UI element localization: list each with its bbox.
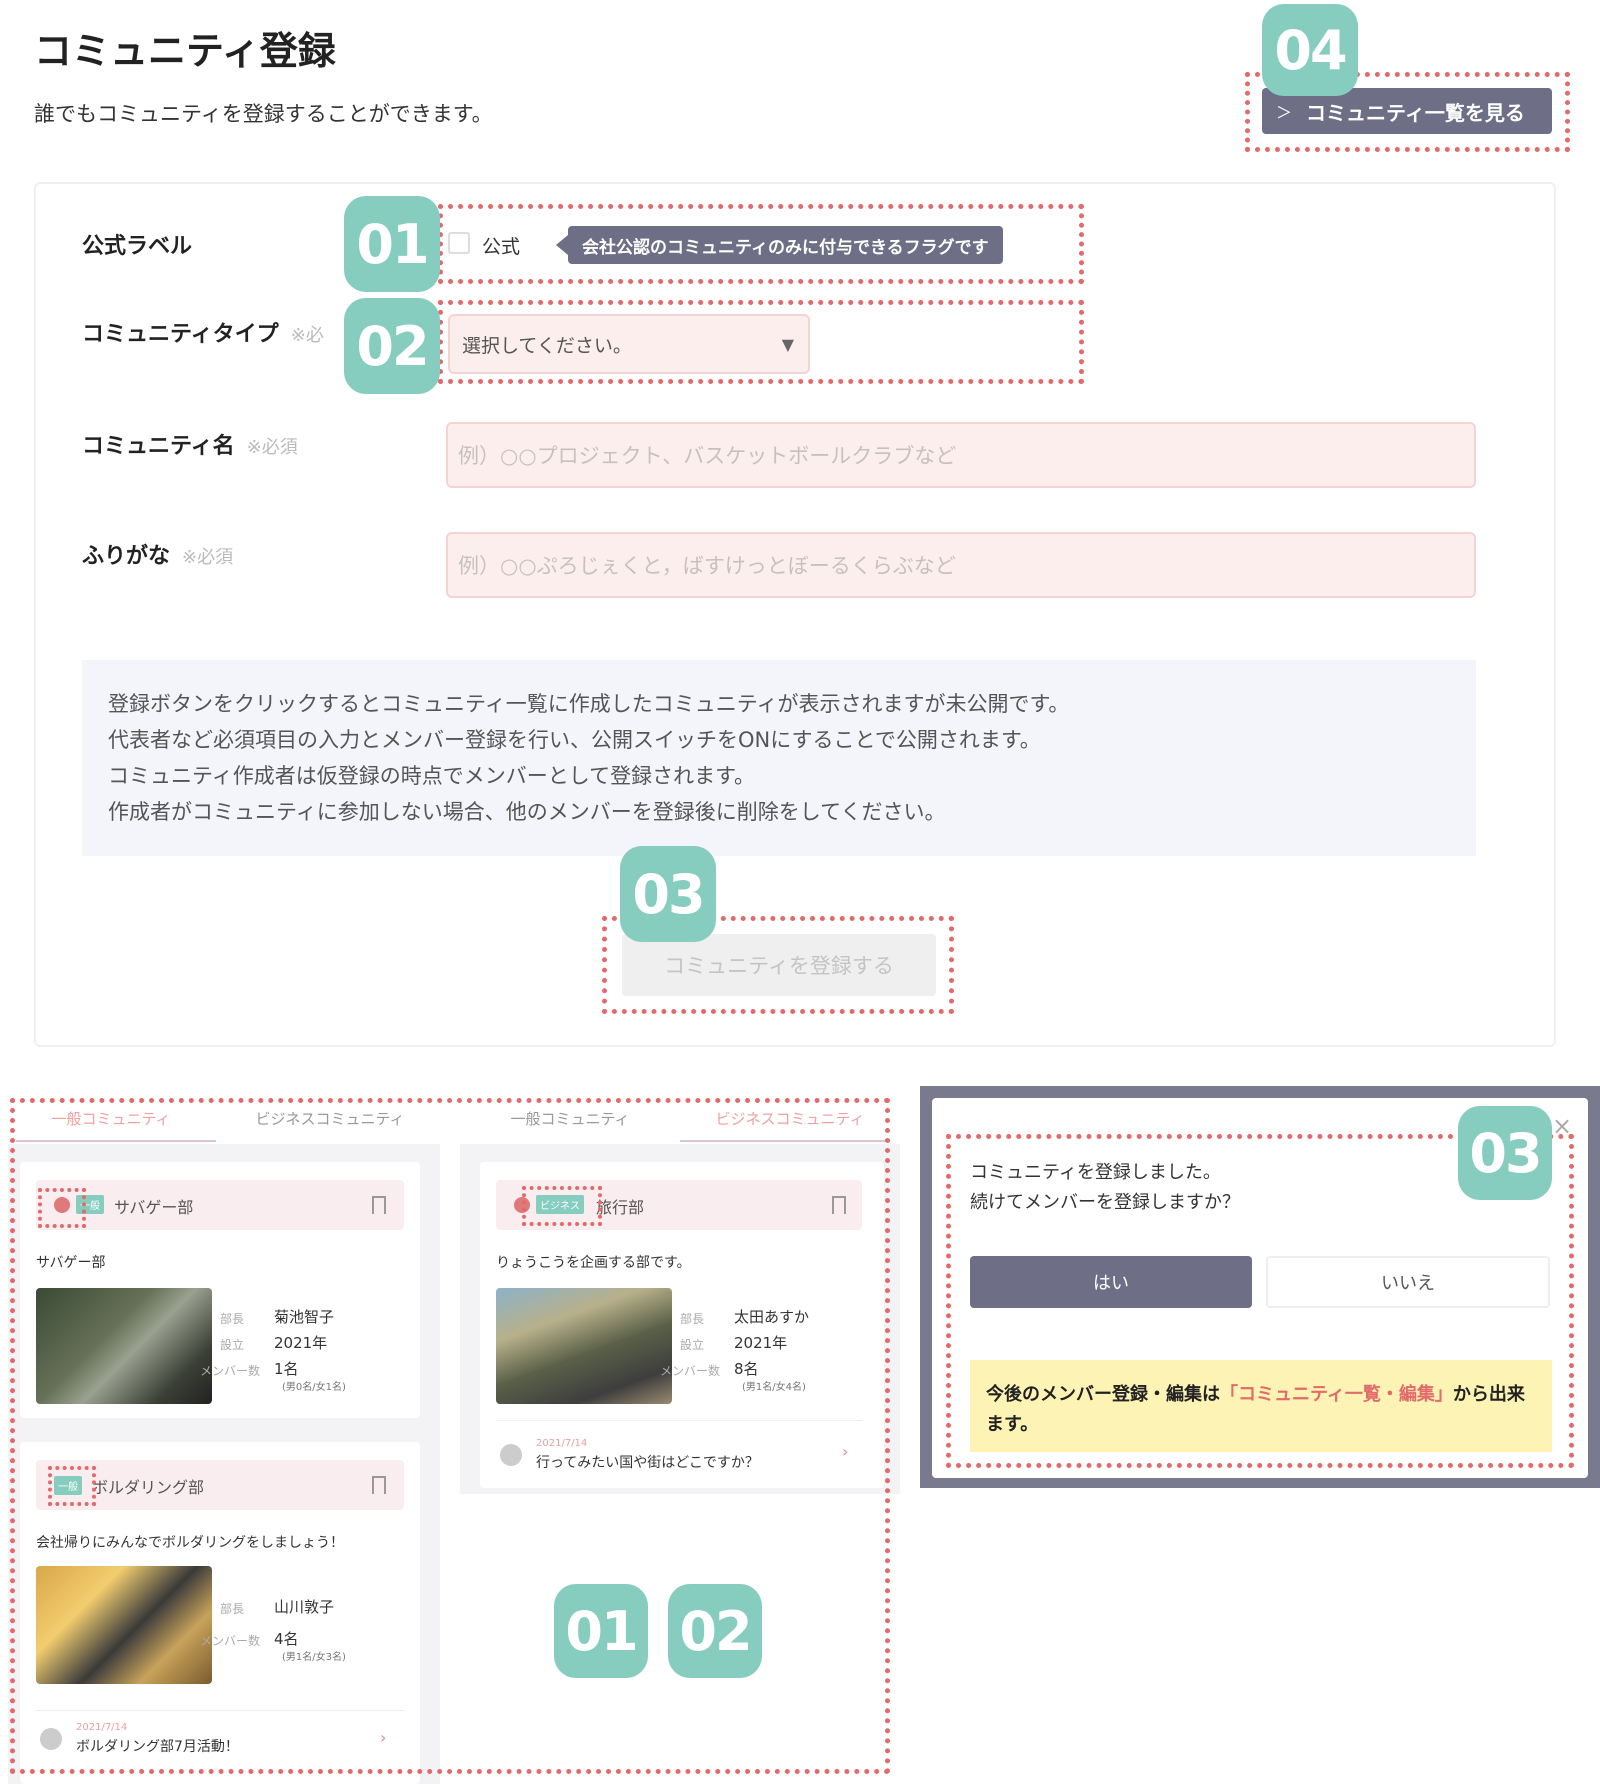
community-type-required: ※必 — [290, 325, 324, 346]
official-tooltip: 会社公認のコミュニティのみに付与できるフラグです — [568, 226, 1003, 264]
leader-name: 太田あすか — [734, 1308, 810, 1326]
dialog-no-button[interactable]: いいえ — [1266, 1256, 1550, 1308]
card-tag-general: 一般 — [54, 1476, 82, 1495]
community-type-label: コミュニティタイプ ※必 — [82, 316, 324, 348]
notice-line: 作成者がコミュニティに参加しない場合、他のメンバーを登録後に削除をしてください。 — [108, 800, 946, 824]
community-type-select[interactable]: 選択してください。 ▼ — [448, 314, 810, 374]
notice-line: 代表者など必須項目の入力とメンバー登録を行い、公開スイッチをONにすることで公開… — [108, 728, 1041, 752]
dialog-message-1: コミュニティを登録しました。 — [970, 1162, 1221, 1183]
community-type-selected: 選択してください。 — [462, 334, 632, 357]
left-tab-underline — [16, 1140, 216, 1142]
post-icon — [40, 1728, 62, 1750]
leader-name: 菊池智子 — [274, 1308, 335, 1326]
card-desc: サバゲー部 — [36, 1255, 106, 1271]
card-photo — [496, 1288, 672, 1404]
card-title: 旅行部 — [596, 1198, 645, 1217]
card-photo — [36, 1566, 212, 1684]
community-name-label: コミュニティ名 ※必須 — [82, 428, 298, 460]
members-count: 4名 — [274, 1630, 299, 1648]
leader-label: 部長 — [680, 1312, 705, 1326]
chevron-right-icon[interactable]: › — [380, 1728, 386, 1747]
card-desc: 会社帰りにみんなでボルダリングをしましょう！ — [36, 1535, 344, 1551]
post-date: 2021/7/14 — [536, 1438, 588, 1449]
community-name-label-text: コミュニティ名 — [82, 434, 235, 459]
card-title: ボルダリング部 — [92, 1478, 205, 1497]
card-tag-general: 一般 — [76, 1195, 104, 1214]
notice-line: コミュニティ作成者は仮登録の時点でメンバーとして登録されます。 — [108, 764, 756, 788]
close-icon[interactable]: × — [1552, 1112, 1572, 1140]
step-badge-01-form: 01 — [344, 196, 440, 292]
furigana-label-text: ふりがな — [82, 544, 171, 569]
members-detail: (男1名/女3名) — [282, 1652, 346, 1663]
furigana-required: ※必須 — [182, 547, 234, 568]
left-tab-business[interactable]: ビジネスコミュニティ — [230, 1108, 430, 1129]
leader-label: 部長 — [220, 1602, 245, 1616]
members-detail: (男1名/女4名) — [742, 1382, 806, 1393]
members-count: 8名 — [734, 1360, 759, 1378]
community-type-label-text: コミュニティタイプ — [82, 322, 279, 347]
register-button[interactable]: コミュニティを登録する — [622, 934, 936, 996]
page-title: コミュニティ登録 — [34, 29, 336, 73]
dialog-note: 今後のメンバー登録・編集は「コミュニティ一覧・編集」から出来ます。 — [970, 1360, 1552, 1452]
leader-name: 山川敦子 — [274, 1598, 335, 1616]
members-label: メンバー数 — [200, 1634, 261, 1648]
official-label: 公式ラベル — [82, 234, 193, 259]
post-icon — [500, 1444, 522, 1466]
leader-label: 部長 — [220, 1312, 245, 1326]
official-checkbox[interactable] — [448, 232, 470, 254]
members-label: メンバー数 — [200, 1364, 261, 1378]
step-badge-04: 04 — [1262, 4, 1358, 96]
step-badge-01-panel: 01 — [554, 1584, 648, 1678]
official-check-icon — [54, 1197, 70, 1213]
form-card — [34, 182, 1556, 1047]
chevron-right-icon: ＞ — [1276, 103, 1293, 122]
chevron-right-icon[interactable]: › — [842, 1442, 848, 1461]
post-title[interactable]: 行ってみたい国や街はどこですか？ — [536, 1452, 759, 1472]
tooltip-arrow-icon — [556, 235, 568, 255]
founded-label: 設立 — [220, 1338, 245, 1352]
chevron-down-icon: ▼ — [781, 334, 794, 354]
official-check-icon — [514, 1197, 530, 1213]
official-checkbox-label: 公式 — [482, 236, 521, 258]
furigana-input[interactable]: 例）○○ぷろじぇくと，ばすけっとぼーるくらぶなど — [446, 532, 1476, 598]
members-detail: (男0名/女1名) — [282, 1382, 346, 1393]
dialog-yes-button[interactable]: はい — [970, 1256, 1252, 1308]
community-list-edit-link[interactable]: 「コミュニティ一覧・編集」 — [1220, 1384, 1453, 1405]
founded-value: 2021年 — [274, 1334, 328, 1352]
card-tag-business: ビジネス — [536, 1195, 584, 1214]
notice-box: 登録ボタンをクリックするとコミュニティ一覧に作成したコミュニティが表示されますが… — [82, 660, 1476, 856]
founded-label: 設立 — [680, 1338, 705, 1352]
members-label: メンバー数 — [660, 1364, 721, 1378]
mid-tab-general[interactable]: 一般コミュニティ — [470, 1108, 670, 1129]
notice-line: 登録ボタンをクリックするとコミュニティ一覧に作成したコミュニティが表示されますが… — [108, 692, 1070, 716]
mid-tab-business[interactable]: ビジネスコミュニティ — [690, 1108, 890, 1129]
card-divider — [36, 1710, 404, 1711]
community-name-input[interactable]: 例）○○プロジェクト、バスケットボールクラブなど — [446, 422, 1476, 488]
card-divider — [496, 1420, 862, 1421]
dialog-note-pre: 今後のメンバー登録・編集は — [986, 1384, 1220, 1405]
card-desc: りょうこうを企画する部です。 — [496, 1255, 691, 1271]
bookmark-icon[interactable] — [372, 1476, 386, 1494]
bookmark-icon[interactable] — [832, 1196, 846, 1214]
bookmark-icon[interactable] — [372, 1196, 386, 1214]
community-list-button-label: コミュニティ一覧を見る — [1306, 100, 1525, 125]
founded-value: 2021年 — [734, 1334, 788, 1352]
card-photo — [36, 1288, 212, 1404]
step-badge-03-form: 03 — [620, 846, 716, 942]
card-title: サバゲー部 — [114, 1198, 194, 1217]
furigana-label: ふりがな ※必須 — [82, 538, 233, 570]
left-tab-general[interactable]: 一般コミュニティ — [16, 1108, 206, 1129]
members-count: 1名 — [274, 1360, 299, 1378]
community-name-required: ※必須 — [246, 437, 298, 458]
dialog-message-2: 続けてメンバーを登録しますか？ — [970, 1192, 1240, 1213]
page-subtitle: 誰でもコミュニティを登録することができます。 — [34, 102, 493, 126]
step-badge-02-form: 02 — [344, 298, 440, 394]
step-badge-03-dialog: 03 — [1458, 1106, 1552, 1200]
post-title[interactable]: ボルダリング部7月活動！ — [76, 1736, 239, 1756]
post-date: 2021/7/14 — [76, 1722, 128, 1733]
mid-tab-underline — [680, 1140, 890, 1142]
step-badge-02-panel: 02 — [668, 1584, 762, 1678]
